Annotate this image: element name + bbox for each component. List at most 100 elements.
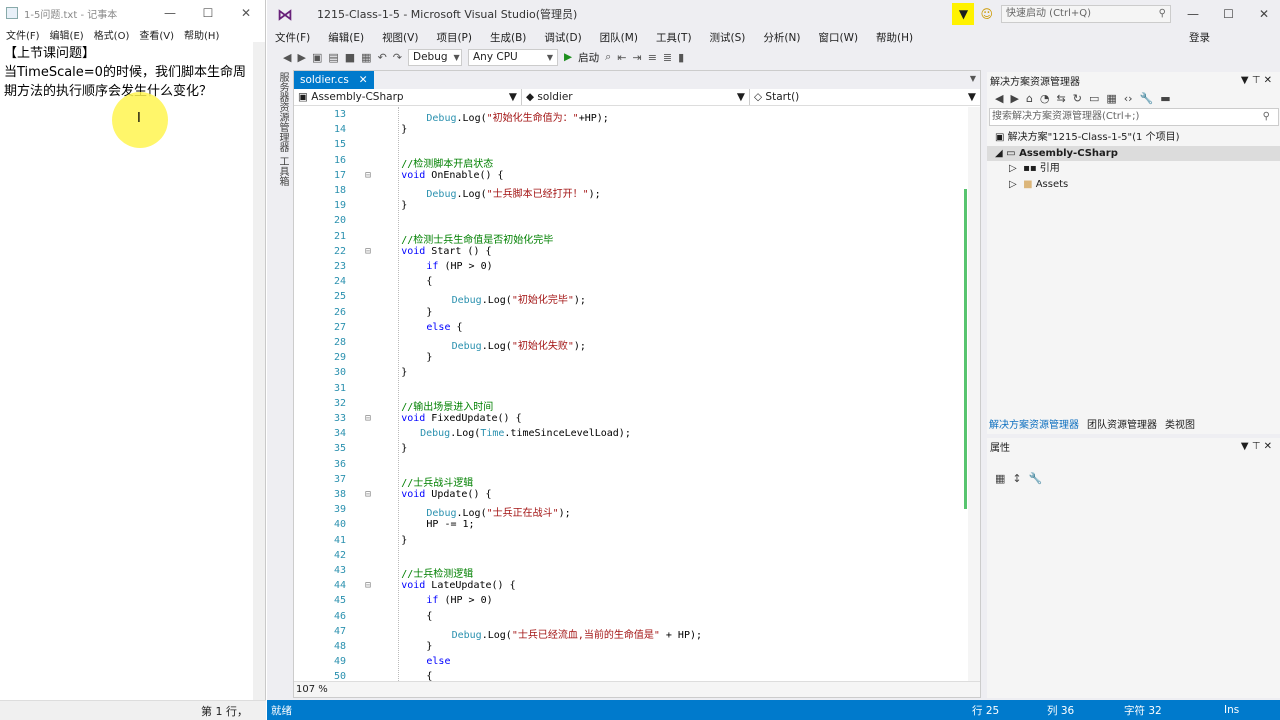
np-menu-format[interactable]: 格式(O) bbox=[94, 27, 130, 42]
properties-icon[interactable]: 🔧 bbox=[1140, 92, 1154, 105]
code-line[interactable]: } bbox=[426, 641, 432, 652]
bookmark-icon[interactable]: ▮ bbox=[678, 51, 684, 64]
editor-scrollbar[interactable] bbox=[968, 107, 980, 681]
platform-select[interactable]: Any CPU ▼ bbox=[468, 48, 558, 66]
minimize-icon[interactable]: — bbox=[1177, 7, 1209, 21]
code-line[interactable]: } bbox=[401, 535, 407, 546]
code-line[interactable]: } bbox=[426, 307, 432, 318]
maximize-icon[interactable]: ☐ bbox=[189, 6, 227, 20]
property-pages-icon[interactable]: 🔧 bbox=[1029, 472, 1043, 485]
tree-assets[interactable]: ▷ ■ Assets bbox=[987, 177, 1280, 193]
code-line[interactable]: Debug.Log("士兵脚本已经打开！"); bbox=[426, 185, 600, 200]
close-icon[interactable]: ✕ bbox=[227, 6, 265, 20]
config-select[interactable]: Debug ▼ bbox=[408, 48, 462, 66]
tab-solution-explorer[interactable]: 解决方案资源管理器 bbox=[989, 416, 1079, 431]
tab-soldier-cs[interactable]: soldier.cs ✕ bbox=[294, 71, 374, 89]
pin-icon[interactable]: ▼ ⊤ ✕ bbox=[1241, 441, 1272, 452]
code-line[interactable]: //士兵战斗逻辑 bbox=[401, 474, 473, 489]
format-icon[interactable]: ⇤ bbox=[617, 51, 626, 64]
comment-icon[interactable]: ≡ bbox=[648, 51, 657, 64]
refresh-icon[interactable]: ↻ bbox=[1073, 92, 1082, 105]
code-line[interactable]: Debug.Log(Time.timeSinceLevelLoad); bbox=[420, 428, 631, 439]
code-line[interactable]: void FixedUpdate() { bbox=[401, 413, 521, 424]
code-line[interactable]: Debug.Log("初始化失败"); bbox=[452, 337, 586, 352]
code-line[interactable]: void Update() { bbox=[401, 489, 491, 500]
code-line[interactable]: //输出场景进入时间 bbox=[401, 398, 493, 413]
menu-file[interactable]: 文件(F) bbox=[275, 30, 310, 45]
np-menu-view[interactable]: 查看(V) bbox=[139, 27, 174, 42]
undo-icon[interactable]: ↶ bbox=[378, 51, 387, 64]
solution-search-input[interactable]: 搜索解决方案资源管理器(Ctrl+;) ⚲ bbox=[989, 108, 1279, 126]
menu-debug[interactable]: 调试(D) bbox=[544, 30, 581, 45]
code-line[interactable]: Debug.Log("士兵已经流血,当前的生命值是" + HP); bbox=[452, 626, 702, 641]
preview-icon[interactable]: ▬ bbox=[1160, 92, 1170, 105]
forward-icon[interactable]: ▶ bbox=[1010, 92, 1018, 105]
np-menu-edit[interactable]: 编辑(E) bbox=[50, 27, 84, 42]
np-menu-help[interactable]: 帮助(H) bbox=[184, 27, 219, 42]
code-line[interactable]: else bbox=[426, 656, 450, 667]
back-icon[interactable]: ◀ bbox=[283, 51, 291, 64]
code-line[interactable]: //士兵检测逻辑 bbox=[401, 565, 473, 580]
feedback-icon[interactable]: ☺ bbox=[980, 7, 993, 21]
code-line[interactable]: Debug.Log("初始化生命值为："+HP); bbox=[426, 109, 608, 124]
menu-build[interactable]: 生成(B) bbox=[490, 30, 526, 45]
fold-toggle-icon[interactable]: ⊟ bbox=[365, 170, 371, 181]
np-menu-file[interactable]: 文件(F) bbox=[6, 27, 40, 42]
tab-class-view[interactable]: 类视图 bbox=[1165, 416, 1195, 431]
history-icon[interactable]: ◔ bbox=[1040, 92, 1050, 105]
code-icon[interactable]: ‹› bbox=[1124, 92, 1133, 105]
tab-team-explorer[interactable]: 团队资源管理器 bbox=[1087, 416, 1157, 431]
code-line[interactable]: { bbox=[426, 671, 432, 681]
code-line[interactable]: //检测脚本开启状态 bbox=[401, 155, 493, 170]
code-line[interactable]: //检测士兵生命值是否初始化完毕 bbox=[401, 231, 553, 246]
code-line[interactable]: } bbox=[401, 124, 407, 135]
class-dropdown[interactable]: ◆ soldier ▼ bbox=[522, 89, 750, 105]
code-line[interactable]: { bbox=[426, 611, 432, 622]
home-icon[interactable]: ⌂ bbox=[1026, 92, 1033, 105]
toolbox-tab[interactable]: 工具箱 bbox=[275, 156, 290, 186]
tree-references[interactable]: ▷ ▪▪ 引用 bbox=[987, 161, 1280, 177]
code-line[interactable]: } bbox=[401, 200, 407, 211]
code-line[interactable]: void LateUpdate() { bbox=[401, 580, 515, 591]
login-link[interactable]: 登录 bbox=[1189, 30, 1210, 45]
forward-icon[interactable]: ▶ bbox=[297, 51, 305, 64]
back-icon[interactable]: ◀ bbox=[995, 92, 1003, 105]
zoom-level[interactable]: 107 % bbox=[296, 684, 328, 695]
minimize-icon[interactable]: — bbox=[151, 6, 189, 20]
new-project-icon[interactable]: ▣ bbox=[312, 51, 322, 64]
project-dropdown[interactable]: ▣ Assembly-CSharp ▼ bbox=[294, 89, 522, 105]
categorized-icon[interactable]: ▦ bbox=[995, 472, 1005, 485]
uncomment-icon[interactable]: ≣ bbox=[663, 51, 672, 64]
open-file-icon[interactable]: ▤ bbox=[328, 51, 338, 64]
start-icon[interactable]: ▶ bbox=[564, 51, 572, 63]
pin-icon[interactable]: ▼ ⊤ ✕ bbox=[1241, 75, 1272, 86]
code-line[interactable]: void OnEnable() { bbox=[401, 170, 503, 181]
notepad-scrollbar[interactable] bbox=[253, 42, 265, 700]
close-icon[interactable]: ✕ bbox=[1248, 7, 1280, 21]
menu-team[interactable]: 团队(M) bbox=[600, 30, 638, 45]
code-line[interactable]: } bbox=[401, 367, 407, 378]
tab-overflow-icon[interactable]: ▼ bbox=[970, 74, 976, 83]
sync-icon[interactable]: ⇆ bbox=[1057, 92, 1066, 105]
menu-edit[interactable]: 编辑(E) bbox=[328, 30, 364, 45]
maximize-icon[interactable]: ☐ bbox=[1213, 7, 1245, 21]
indent-icon[interactable]: ⇥ bbox=[632, 51, 641, 64]
fold-toggle-icon[interactable]: ⊟ bbox=[365, 413, 371, 424]
menu-test[interactable]: 测试(S) bbox=[710, 30, 746, 45]
code-line[interactable]: if (HP > 0) bbox=[426, 595, 492, 606]
code-line[interactable]: if (HP > 0) bbox=[426, 261, 492, 272]
fold-toggle-icon[interactable]: ⊟ bbox=[365, 246, 371, 257]
server-explorer-tab[interactable]: 服务器资源管理器 bbox=[275, 72, 290, 152]
code-line[interactable]: Debug.Log("士兵正在战斗"); bbox=[426, 504, 570, 519]
close-tab-icon[interactable]: ✕ bbox=[359, 74, 368, 86]
menu-analyze[interactable]: 分析(N) bbox=[763, 30, 800, 45]
alphabetical-icon[interactable]: ↕ bbox=[1012, 472, 1021, 485]
redo-icon[interactable]: ↷ bbox=[393, 51, 402, 64]
start-button[interactable]: 启动 bbox=[578, 50, 599, 65]
code-line[interactable]: Debug.Log("初始化完毕"); bbox=[452, 291, 586, 306]
code-line[interactable]: } bbox=[426, 352, 432, 363]
save-icon[interactable]: ■ bbox=[345, 51, 355, 64]
tree-project[interactable]: ◢ ▭ Assembly-CSharp bbox=[987, 145, 1280, 161]
find-icon[interactable]: ⌕ bbox=[605, 50, 611, 64]
show-all-icon[interactable]: ▦ bbox=[1106, 92, 1116, 105]
